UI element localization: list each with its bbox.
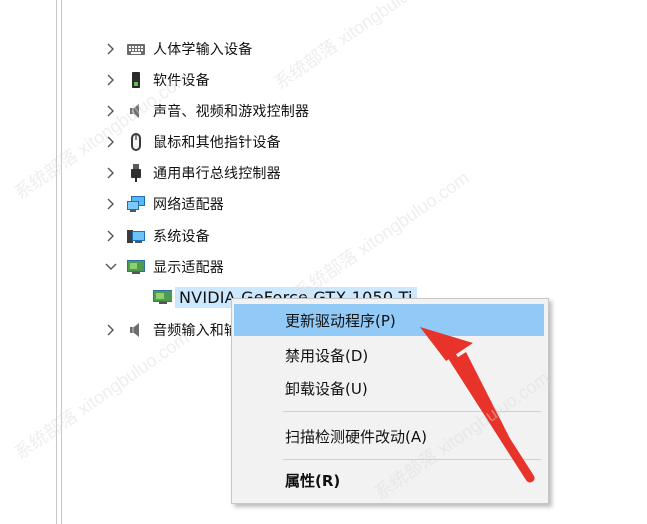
audio-io-icon xyxy=(126,320,146,340)
chevron-right-icon[interactable] xyxy=(104,166,118,180)
tree-item-label: 系统设备 xyxy=(153,229,210,245)
software-device-icon xyxy=(126,70,146,90)
tree-item-label: 人体学输入设备 xyxy=(153,42,253,58)
context-menu: 更新驱动程序(P) 禁用设备(D) 卸载设备(U) 扫描检测硬件改动(A) 属性… xyxy=(231,298,549,504)
tree-item-label: 网络适配器 xyxy=(153,197,224,213)
keyboard-icon xyxy=(126,39,146,59)
chevron-right-icon[interactable] xyxy=(104,323,118,337)
chevron-right-icon[interactable] xyxy=(104,104,118,118)
menu-separator xyxy=(283,459,541,460)
network-adapter-icon xyxy=(126,194,146,214)
menu-separator xyxy=(283,411,541,412)
menu-item-label: 禁用设备(D) xyxy=(285,346,369,365)
usb-icon xyxy=(126,163,146,183)
chevron-right-icon[interactable] xyxy=(104,229,118,243)
menu-item-disable-device[interactable]: 禁用设备(D) xyxy=(234,339,544,371)
tree-item-label: 显示适配器 xyxy=(153,260,224,276)
speaker-icon xyxy=(126,101,146,121)
menu-item-properties[interactable]: 属性(R) xyxy=(234,464,544,496)
tree-item-sound-video-game[interactable]: 声音、视频和游戏控制器 xyxy=(104,99,309,123)
menu-item-label: 扫描检测硬件改动(A) xyxy=(285,427,427,446)
tree-item-hid[interactable]: 人体学输入设备 xyxy=(104,37,252,61)
tree-item-system-devices[interactable]: 系统设备 xyxy=(104,224,210,248)
menu-item-label: 卸载设备(U) xyxy=(285,379,368,398)
menu-item-label: 属性(R) xyxy=(285,471,341,490)
menu-item-scan-hardware[interactable]: 扫描检测硬件改动(A) xyxy=(234,420,544,452)
tree-item-label: 软件设备 xyxy=(153,73,210,89)
tree-item-network-adapters[interactable]: 网络适配器 xyxy=(104,192,224,216)
menu-item-uninstall-device[interactable]: 卸载设备(U) xyxy=(234,372,544,404)
chevron-down-icon[interactable] xyxy=(104,260,118,274)
gpu-icon xyxy=(152,287,172,307)
chevron-right-icon[interactable] xyxy=(104,42,118,56)
chevron-right-icon[interactable] xyxy=(104,135,118,149)
tree-item-label: 声音、视频和游戏控制器 xyxy=(153,104,310,120)
tree-item-software-devices[interactable]: 软件设备 xyxy=(104,68,210,92)
tree-item-display-adapters[interactable]: 显示适配器 xyxy=(104,255,224,279)
mouse-icon xyxy=(126,132,146,152)
chevron-right-icon[interactable] xyxy=(104,197,118,211)
chevron-right-icon[interactable] xyxy=(104,73,118,87)
display-adapter-icon xyxy=(126,257,146,277)
tree-item-label: 通用串行总线控制器 xyxy=(153,166,281,182)
tree-item-label: 鼠标和其他指针设备 xyxy=(153,135,281,151)
system-device-icon xyxy=(126,226,146,246)
menu-item-update-driver[interactable]: 更新驱动程序(P) xyxy=(234,304,544,336)
tree-item-mice[interactable]: 鼠标和其他指针设备 xyxy=(104,130,281,154)
tree-item-usb-controllers[interactable]: 通用串行总线控制器 xyxy=(104,161,281,185)
menu-item-label: 更新驱动程序(P) xyxy=(285,311,396,330)
